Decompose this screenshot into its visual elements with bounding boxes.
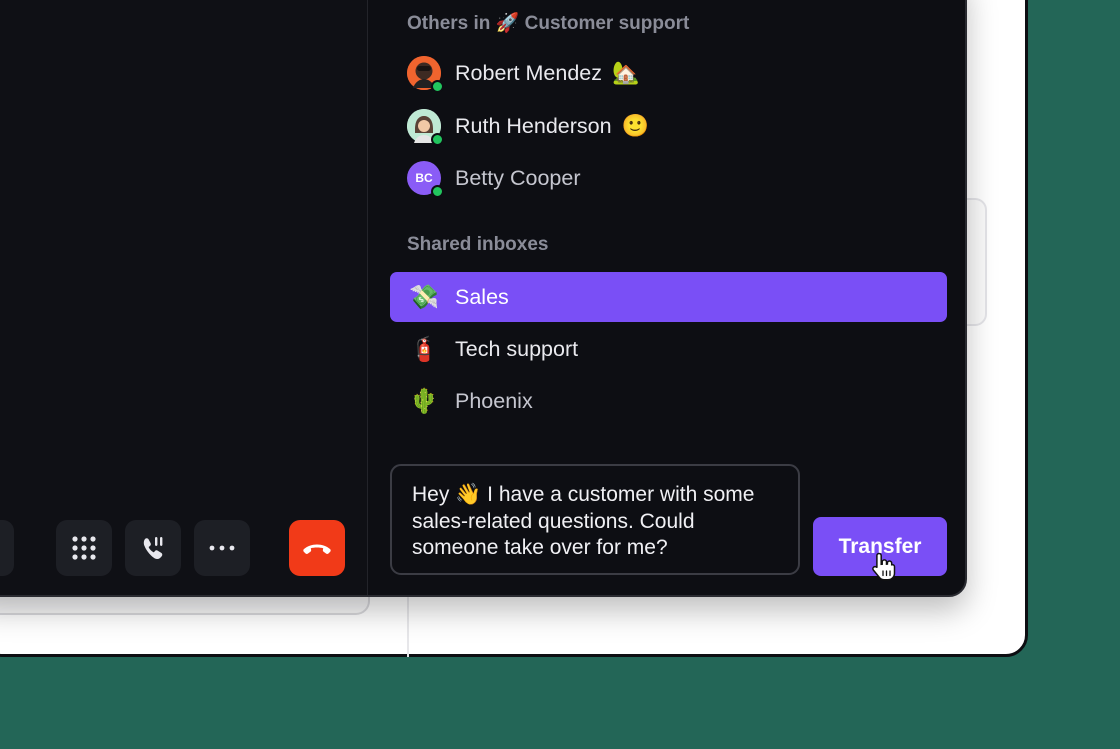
online-indicator <box>431 133 444 146</box>
person-row-betty-cooper[interactable]: BC Betty Cooper <box>390 153 947 203</box>
inbox-row-phoenix[interactable]: 🌵 Phoenix <box>390 376 947 426</box>
others-prefix: Others in <box>407 13 491 34</box>
more-button[interactable] <box>194 520 250 576</box>
cactus-icon: 🌵 <box>409 387 439 415</box>
hangup-icon <box>303 544 331 554</box>
transfer-message-input[interactable]: Hey 👋 I have a customer with some sales-… <box>390 464 800 575</box>
inbox-label: Tech support <box>455 336 579 361</box>
transfer-pane: Others in 🚀 Customer support Robert Mend… <box>368 0 969 595</box>
inbox-label: Sales <box>455 284 509 309</box>
avatar: BC <box>407 161 444 198</box>
call-pane <box>0 0 368 595</box>
status-emoji: 🙂 <box>621 113 649 138</box>
person-name: Ruth Henderson <box>455 113 612 138</box>
avatar-initials: BC <box>415 171 433 185</box>
avatar <box>407 109 444 146</box>
shared-inboxes-header: Shared inboxes <box>407 234 549 255</box>
ellipsis-icon <box>209 545 235 551</box>
inbox-row-sales[interactable]: 💸 Sales <box>390 272 947 322</box>
inbox-row-tech-support[interactable]: 🧯 Tech support <box>390 324 947 374</box>
fire-extinguisher-icon: 🧯 <box>409 335 439 363</box>
dialer-panel: Others in 🚀 Customer support Robert Mend… <box>0 0 967 597</box>
person-name: Robert Mendez <box>455 60 602 85</box>
avatar <box>407 56 444 93</box>
inbox-label: Phoenix <box>455 388 533 413</box>
record-button[interactable] <box>0 520 14 576</box>
team-name: Customer support <box>524 13 690 34</box>
hand-cursor-icon <box>872 552 896 581</box>
status-emoji: 🏡 <box>612 60 640 85</box>
others-section-header: Others in 🚀 Customer support <box>407 11 689 35</box>
person-row-ruth-henderson[interactable]: Ruth Henderson 🙂 <box>390 101 947 151</box>
person-row-robert-mendez[interactable]: Robert Mendez 🏡 <box>390 48 947 98</box>
call-transfer-button[interactable] <box>125 520 181 576</box>
online-indicator <box>431 185 444 198</box>
team-emoji: 🚀 <box>495 13 520 34</box>
money-icon: 💸 <box>409 283 439 311</box>
keypad-button[interactable] <box>56 520 112 576</box>
keypad-icon <box>72 536 96 560</box>
person-name: Betty Cooper <box>455 165 581 190</box>
hangup-button[interactable] <box>289 520 345 576</box>
online-indicator <box>431 80 444 93</box>
phone-transfer-icon <box>143 537 163 560</box>
